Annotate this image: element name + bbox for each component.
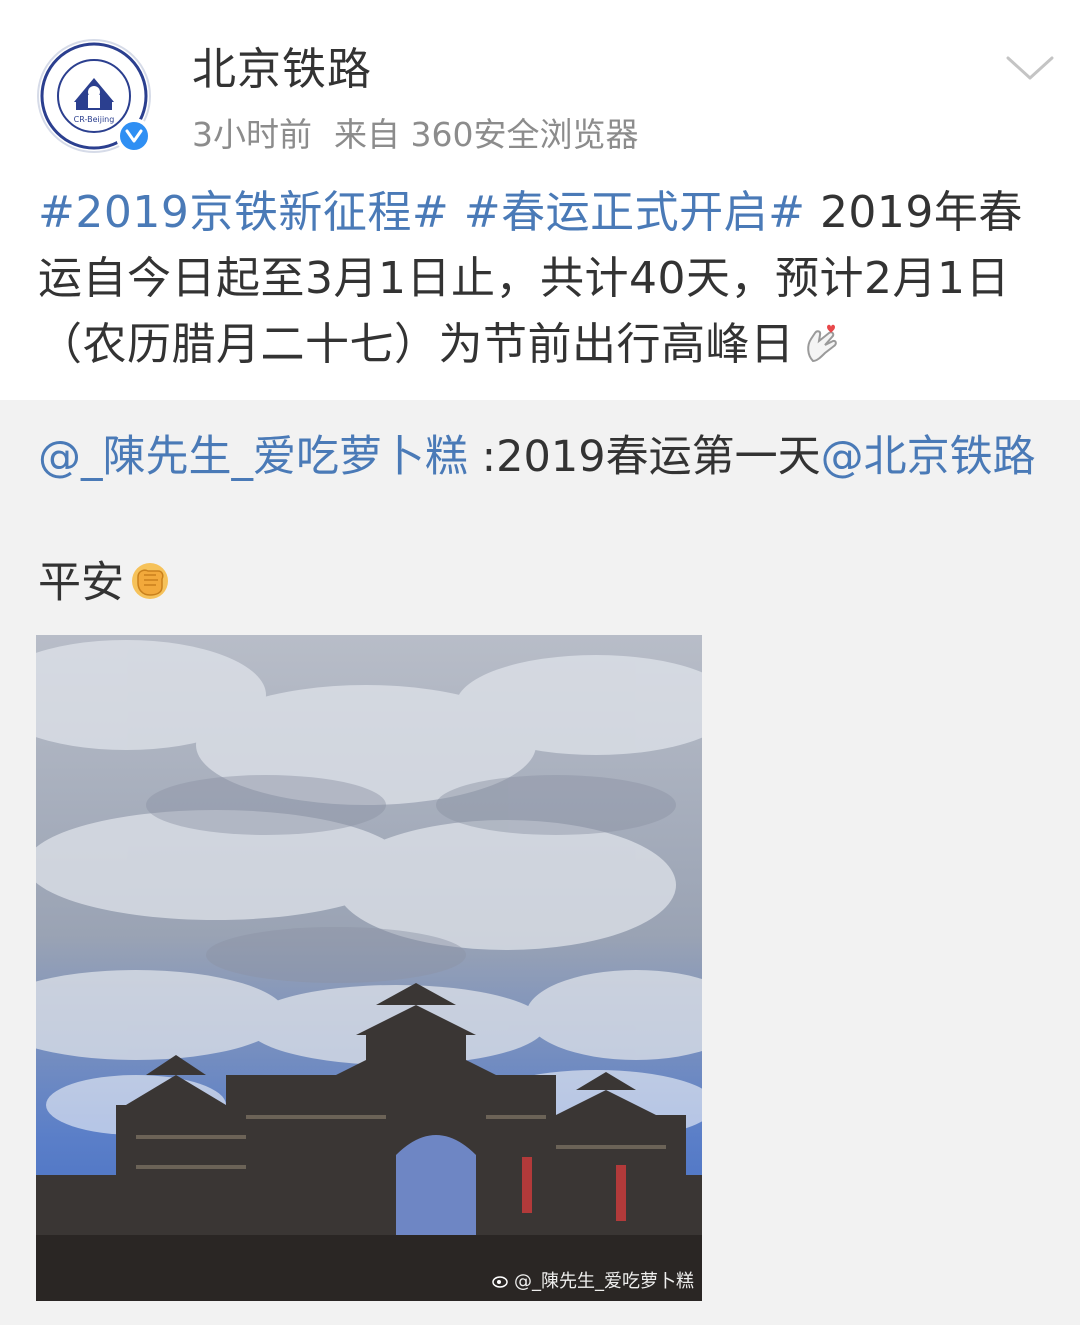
verified-badge-icon [116, 118, 152, 154]
post-time: 3小时前 [192, 115, 312, 154]
post-source: 来自 360安全浏览器 [334, 115, 639, 154]
hashtag-link[interactable]: #2019京铁新征程# [38, 187, 449, 238]
avatar-text: CR-Beijing [74, 115, 115, 124]
watermark-text: @_陳先生_爱吃萝卜糕 [514, 1271, 694, 1292]
weibo-logo-icon [492, 1276, 508, 1288]
fist-icon [128, 558, 172, 602]
repost-area[interactable]: @_陳先生_爱吃萝卜糕 :2019春运第一天@北京铁路 平安 @_陳先生_爱吃萝… [0, 400, 1080, 1325]
post-header: CR-Beijing 北京铁路 3小时前 来自 360安全浏览器 [0, 0, 1080, 170]
repost-text: @_陳先生_爱吃萝卜糕 :2019春运第一天@北京铁路 [38, 426, 1038, 488]
mention-author-link[interactable]: @_陳先生_爱吃萝卜糕 [38, 432, 468, 482]
hashtag-link[interactable]: #春运正式开启# [464, 187, 806, 238]
finger-heart-icon [799, 318, 843, 363]
photo-watermark: @_陳先生_爱吃萝卜糕 [492, 1267, 694, 1293]
station-photo-image [36, 635, 702, 1301]
repost-line2: 平安 [38, 552, 172, 614]
username[interactable]: 北京铁路 [192, 42, 372, 98]
post-meta: 3小时前 来自 360安全浏览器 [192, 113, 638, 157]
chevron-down-icon[interactable] [1002, 48, 1058, 88]
post-text: #2019京铁新征程# #春运正式开启# 2019年春运自今日起至3月1日止，共… [38, 180, 1048, 378]
post-photo[interactable]: @_陳先生_爱吃萝卜糕 [36, 635, 702, 1301]
repost-body: :2019春运第一天 [468, 432, 821, 482]
mention-target-link[interactable]: @北京铁路 [821, 432, 1036, 482]
repost-line2-text: 平安 [38, 558, 124, 608]
